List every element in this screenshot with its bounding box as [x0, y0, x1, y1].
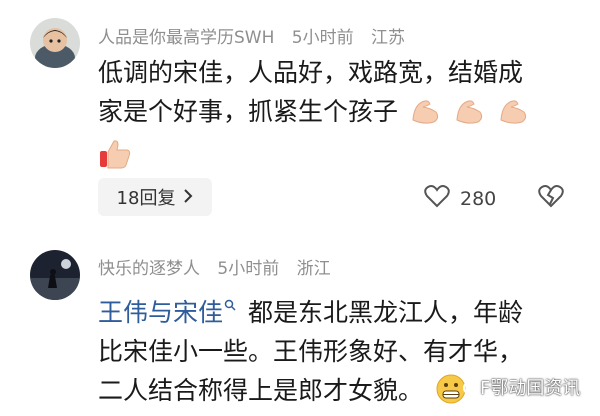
- comment-line: 比宋佳小一些。王伟形象好、有才华，: [98, 337, 524, 366]
- watermark-logo-icon: [462, 380, 478, 401]
- search-icon: [224, 283, 236, 322]
- avatar[interactable]: [30, 18, 80, 68]
- comment-line: 低调的宋佳，人品好，戏路宽，结婚成: [98, 58, 524, 87]
- mention-link[interactable]: 王伟与宋佳: [98, 298, 248, 327]
- like-count: 280: [460, 187, 497, 210]
- comment-meta: 人品是你最高学历SWH 5小时前 江苏: [98, 23, 417, 48]
- flexed-biceps-icon: [410, 96, 442, 137]
- watermark-text: F鄂动国资讯: [480, 378, 581, 399]
- timestamp: 5小时前: [291, 28, 354, 48]
- comment-line-with-emoji: 二人结合称得上是郎才女貌。: [98, 371, 523, 416]
- comment-line-with-emoji: 家是个好事，抓紧生个孩子: [98, 92, 530, 137]
- comment-line: 都是东北黑龙江人，年龄: [247, 298, 523, 327]
- comment-meta: 快乐的逐梦人 5小时前 浙江: [98, 254, 343, 279]
- timestamp: 5小时前: [217, 259, 280, 279]
- comment-line: 家是个好事，抓紧生个孩子: [98, 97, 399, 126]
- comment-line: 二人结合称得上是郎才女貌。: [98, 376, 424, 405]
- comment-line-emoji-only: [98, 137, 530, 182]
- heart-icon: [424, 184, 450, 213]
- reply-count-button[interactable]: 18回复: [98, 178, 212, 216]
- location: 浙江: [296, 259, 331, 279]
- like-button[interactable]: 280: [424, 184, 496, 213]
- broken-heart-icon[interactable]: [538, 184, 564, 212]
- comment-line-with-mention: 王伟与宋佳 都是东北黑龙江人，年龄: [98, 283, 523, 332]
- location: 江苏: [371, 28, 406, 48]
- avatar[interactable]: [30, 250, 80, 300]
- thumbs-up-icon: [98, 137, 132, 182]
- chevron-right-icon: [183, 187, 193, 208]
- flexed-biceps-icon: [454, 96, 486, 137]
- reply-count-label: 18回复: [116, 188, 176, 209]
- flexed-biceps-icon: [498, 96, 530, 137]
- watermark: F鄂动国资讯: [462, 374, 580, 401]
- username[interactable]: 快乐的逐梦人: [98, 259, 200, 279]
- comment-body[interactable]: 王伟与宋佳 都是东北黑龙江人，年龄 比宋佳小一些。王伟形象好、有才华， 二人结合…: [98, 283, 523, 416]
- username[interactable]: 人品是你最高学历SWH: [98, 28, 274, 48]
- mention-text: 王伟与宋佳: [98, 298, 224, 327]
- comment-body[interactable]: 低调的宋佳，人品好，戏路宽，结婚成 家是个好事，抓紧生个孩子: [98, 53, 530, 182]
